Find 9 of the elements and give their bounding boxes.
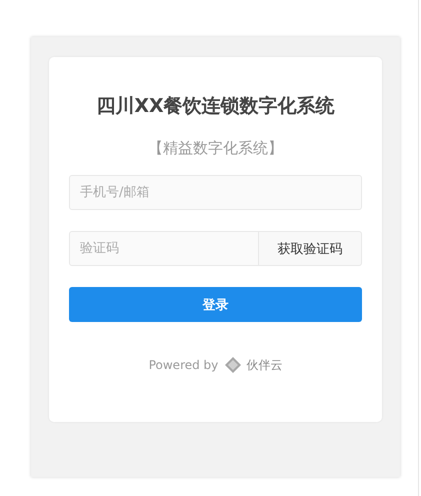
phone-email-field[interactable]: 手机号/邮箱 (69, 175, 362, 210)
verification-code-field[interactable]: 验证码 (69, 231, 259, 266)
system-subtitle: 【精益数字化系统】 (147, 138, 284, 159)
diamond-logo-icon (224, 356, 242, 374)
login-button[interactable]: 登录 (69, 287, 362, 322)
get-code-button[interactable]: 获取验证码 (259, 231, 362, 266)
brand-name: 伙伴云 (246, 356, 282, 374)
system-title: 四川XX餐饮连锁数字化系统 (95, 94, 336, 119)
powered-by-text: Powered by (148, 358, 218, 372)
